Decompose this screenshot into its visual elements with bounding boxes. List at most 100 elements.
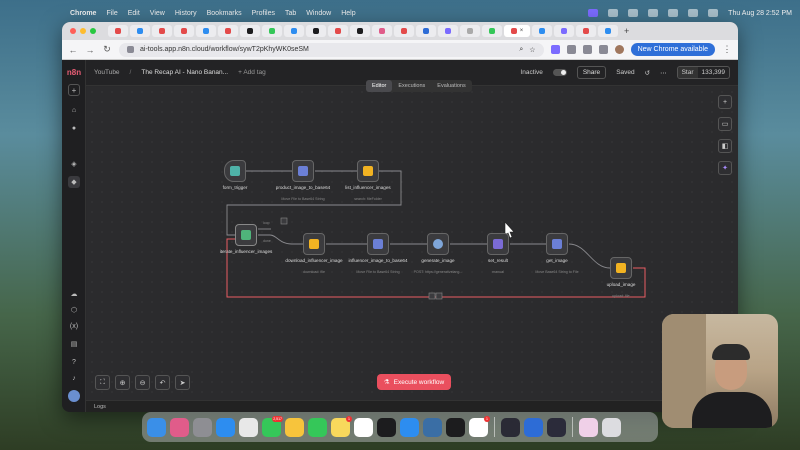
url-text[interactable]: ai-tools.app.n8n.cloud/workflow/sywT2pKh… — [140, 46, 513, 53]
github-star-button[interactable]: Star 133,399 — [676, 66, 730, 79]
sticky-note-icon[interactable]: ▭ — [718, 117, 732, 131]
node-upload-image[interactable] — [610, 257, 632, 279]
n8n-logo-icon[interactable]: n8n — [67, 66, 81, 78]
fit-view-icon[interactable]: ⛶ — [95, 375, 110, 390]
workflow-title[interactable]: The Recap AI - Nano Banan... — [141, 69, 228, 76]
logs-panel[interactable]: Logs — [86, 400, 738, 412]
avatar[interactable] — [68, 390, 80, 402]
active-toggle[interactable] — [552, 69, 567, 76]
dock-photos-icon[interactable] — [285, 417, 304, 437]
dock-facetime-icon[interactable] — [308, 417, 327, 437]
app-status-icon[interactable] — [628, 9, 639, 17]
browser-tab[interactable] — [218, 25, 238, 37]
browser-tab[interactable] — [394, 25, 414, 37]
zoom-out-icon[interactable]: ⊖ — [135, 375, 150, 390]
dock-onepassword-icon[interactable] — [524, 417, 543, 437]
cloud-icon[interactable]: ☁ — [68, 288, 80, 300]
zoom-window-button[interactable] — [90, 28, 96, 34]
menu-bookmarks[interactable]: Bookmarks — [207, 10, 242, 17]
breadcrumb[interactable]: YouTube — [94, 69, 120, 76]
close-window-button[interactable] — [70, 28, 76, 34]
menu-help[interactable]: Help — [341, 10, 355, 17]
tab-executions[interactable]: Executions — [392, 80, 431, 92]
user-icon[interactable]: ● — [68, 122, 80, 134]
node-generate-image[interactable] — [427, 233, 449, 255]
battery-icon[interactable] — [668, 9, 679, 17]
browser-tab[interactable] — [460, 25, 480, 37]
menu-app-name[interactable]: Chrome — [70, 10, 96, 17]
node-get-image[interactable] — [546, 233, 568, 255]
browser-tab[interactable] — [554, 25, 574, 37]
menu-file[interactable]: File — [106, 10, 117, 17]
bell-icon[interactable]: ♪ — [68, 372, 80, 384]
home-icon[interactable]: ⌂ — [68, 104, 80, 116]
browser-tab[interactable] — [532, 25, 552, 37]
insights-icon[interactable]: ▤ — [68, 338, 80, 350]
dock-trash-icon[interactable] — [602, 417, 621, 437]
history-icon[interactable]: ↺ — [645, 69, 650, 77]
dock-tv-icon[interactable] — [377, 417, 396, 437]
add-tag-button[interactable]: + Add tag — [238, 69, 266, 76]
dock-freeform-icon[interactable] — [354, 417, 373, 437]
execute-workflow-button[interactable]: ⚗ Execute workflow — [377, 374, 451, 390]
browser-tab[interactable] — [152, 25, 172, 37]
share-button[interactable]: Share — [576, 66, 607, 79]
dock-downloads-icon[interactable] — [579, 417, 598, 437]
reload-icon[interactable]: ↻ — [102, 44, 112, 55]
node-form-trigger[interactable] — [224, 160, 246, 182]
browser-tab[interactable] — [108, 25, 128, 37]
ai-assistant-icon[interactable]: ✦ — [718, 161, 732, 175]
add-node-handle[interactable] — [428, 292, 436, 300]
bookmark-star-icon[interactable]: ☆ — [529, 46, 535, 54]
tab-editor[interactable]: Editor — [366, 80, 393, 92]
browser-tab[interactable] — [372, 25, 392, 37]
sidebar-icon[interactable] — [598, 45, 608, 54]
new-tab-icon[interactable]: + — [624, 26, 629, 36]
profile-avatar[interactable] — [614, 45, 624, 54]
dock-obs-icon[interactable] — [547, 417, 566, 437]
browser-tab[interactable] — [174, 25, 194, 37]
dock-app-store-icon[interactable] — [400, 417, 419, 437]
browser-tab[interactable] — [416, 25, 436, 37]
variables-icon[interactable]: (x) — [68, 320, 80, 332]
node-product-image-to-base64[interactable] — [292, 160, 314, 182]
menu-edit[interactable]: Edit — [128, 10, 140, 17]
help-icon[interactable]: ? — [68, 356, 80, 368]
chrome-menu-icon[interactable]: ⋮ — [722, 44, 732, 55]
clock[interactable]: Thu Aug 28 2:52 PM — [728, 10, 792, 17]
templates-icon[interactable]: ⬡ — [68, 304, 80, 316]
browser-tab[interactable] — [130, 25, 150, 37]
select-tool-icon[interactable]: ➤ — [175, 375, 190, 390]
site-info-icon[interactable] — [127, 46, 134, 53]
dock-slack-icon[interactable]: 1 — [469, 415, 490, 437]
minimize-window-button[interactable] — [80, 28, 86, 34]
back-icon[interactable]: ← — [68, 45, 78, 55]
reset-zoom-icon[interactable]: ↶ — [155, 375, 170, 390]
dock-launchpad-icon[interactable] — [170, 417, 189, 437]
browser-tab[interactable] — [598, 25, 618, 37]
download-icon[interactable] — [582, 45, 592, 54]
browser-tab[interactable] — [328, 25, 348, 37]
dock-safari-icon[interactable] — [216, 417, 235, 437]
menu-view[interactable]: View — [150, 10, 165, 17]
dock-settings-icon[interactable] — [193, 417, 212, 437]
extensions-puzzle-icon[interactable] — [566, 45, 576, 54]
layers-icon[interactable]: ◆ — [68, 176, 80, 188]
delete-connection-handle[interactable] — [435, 292, 443, 300]
grid-icon[interactable] — [608, 9, 619, 17]
zoom-icon[interactable]: ⌕ — [519, 46, 523, 54]
add-icon[interactable]: + — [68, 84, 80, 96]
dock-quicktime-icon[interactable] — [423, 417, 442, 437]
node-iterate-influencer-images[interactable] — [235, 224, 257, 246]
address-bar[interactable]: ai-tools.app.n8n.cloud/workflow/sywT2pKh… — [119, 42, 544, 57]
new-chrome-available-button[interactable]: New Chrome available — [630, 43, 715, 56]
extension-icon[interactable] — [550, 45, 560, 54]
menu-profiles[interactable]: Profiles — [252, 10, 275, 17]
node-influencer-image-to-base64[interactable] — [367, 233, 389, 255]
browser-tab[interactable] — [262, 25, 282, 37]
tab-evaluations[interactable]: Evaluations — [431, 80, 471, 92]
workflow-canvas[interactable]: loop done form_trigger product_image_to_b… — [87, 87, 738, 412]
node-set-result[interactable] — [487, 233, 509, 255]
shield-icon[interactable] — [648, 9, 659, 17]
browser-tab[interactable] — [196, 25, 216, 37]
